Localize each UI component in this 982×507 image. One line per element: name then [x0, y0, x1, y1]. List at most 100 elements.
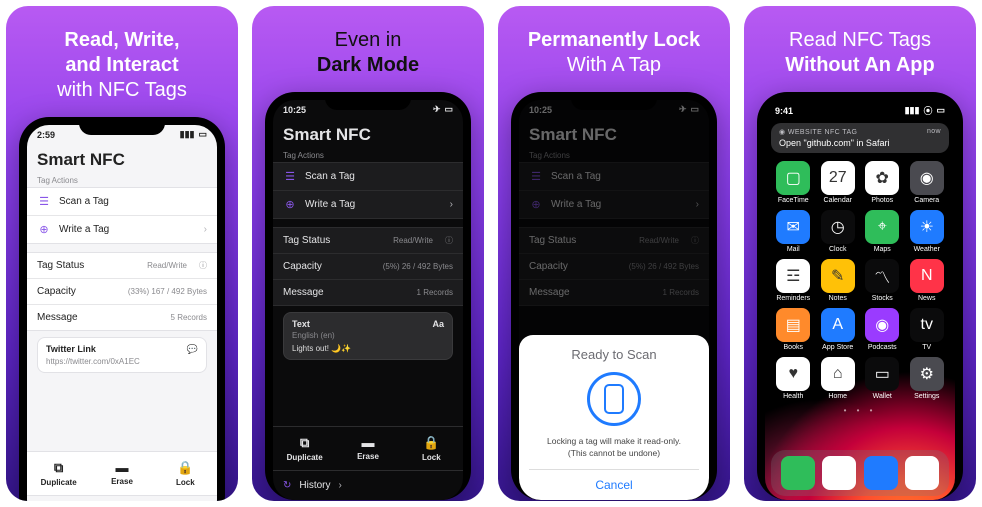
erase-button[interactable]: ▬Erase: [90, 452, 153, 495]
app-clock[interactable]: ◷Clock: [818, 210, 859, 253]
status-list: Tag Status Read/Write ⓘ Capacity (33%) 1…: [27, 252, 217, 331]
dock-app-1[interactable]: [822, 456, 856, 490]
capacity-row: Capacity (33%) 167 / 492 Bytes: [27, 278, 217, 304]
chevron-right-icon: ›: [204, 224, 207, 235]
record-body: Lights out! 🌙✨: [292, 344, 444, 353]
nfc-notification-banner[interactable]: ◉ WEBSITE NFC TAG now Open "github.com" …: [771, 123, 949, 153]
duplicate-button[interactable]: ⧉Duplicate: [27, 452, 90, 495]
duplicate-icon: ⧉: [27, 460, 90, 476]
app-mail[interactable]: ✉Mail: [773, 210, 814, 253]
airplane-icon: ✈: [433, 104, 441, 115]
record-card[interactable]: Twitter Link 💬 https://twitter.com/0xA1E…: [37, 337, 207, 373]
history-row[interactable]: ↻ History ›: [27, 496, 217, 501]
app-stocks[interactable]: 〽Stocks: [862, 259, 903, 302]
text-badge: Aa: [432, 319, 444, 329]
app-label: Notes: [818, 295, 859, 302]
phone-notch: [79, 117, 165, 135]
phone-frame: 2:59 ▮▮▮ ▭ Smart NFC Tag Actions ☰ Scan …: [19, 117, 225, 501]
app-reminders[interactable]: ☲Reminders: [773, 259, 814, 302]
status-list: Tag Status Read/Write ⓘ Capacity (5%) 26…: [273, 227, 463, 306]
capacity-value: (5%) 26 / 492 Bytes: [383, 262, 453, 271]
app-notes[interactable]: ✎Notes: [818, 259, 859, 302]
app-label: Settings: [907, 393, 948, 400]
tag-status-label: Tag Status: [283, 235, 385, 246]
app-camera[interactable]: ◉ Camera: [907, 161, 948, 204]
battery-icon: ▭: [444, 104, 453, 115]
dock-app-2[interactable]: [864, 456, 898, 490]
write-tag-row[interactable]: ⊕ Write a Tag ›: [27, 215, 217, 243]
app-label: App Store: [818, 344, 859, 351]
app-facetime[interactable]: ▢FaceTime: [773, 161, 814, 204]
tag-status-value: Read/Write: [393, 236, 433, 245]
headline: Read NFC Tags Without An App: [785, 28, 934, 78]
record-url: https://twitter.com/0xA1EC: [46, 357, 198, 366]
app-label: Camera: [907, 197, 948, 204]
app-tile: ▢: [776, 161, 810, 195]
banner-category: ◉ WEBSITE NFC TAG: [779, 128, 857, 136]
lock-button[interactable]: 🔒Lock: [400, 427, 463, 470]
app-tile: ✿: [865, 161, 899, 195]
app-tv[interactable]: tvTV: [907, 308, 948, 351]
app-tile: ♥: [776, 357, 810, 391]
lock-button[interactable]: 🔒Lock: [154, 452, 217, 495]
tag-status-label: Tag Status: [37, 260, 139, 271]
info-icon[interactable]: ⓘ: [445, 235, 453, 246]
phone-notch: [571, 92, 657, 110]
tag-status-row: Tag Status Read/Write ⓘ: [27, 253, 217, 278]
screenshot-card-4: Read NFC Tags Without An App 9:41 ▮▮▮ ⦿ …: [744, 6, 976, 501]
app-weather[interactable]: ☀Weather: [907, 210, 948, 253]
app-photos[interactable]: ✿Photos: [862, 161, 903, 204]
app-tile: ⌖: [865, 210, 899, 244]
scan-tag-label: Scan a Tag: [59, 196, 207, 207]
app-calendar[interactable]: 27Calendar: [818, 161, 859, 204]
banner-timestamp: now: [927, 128, 941, 136]
page-title: Smart NFC: [273, 117, 463, 149]
scan-tag-row[interactable]: ☰ Scan a Tag: [273, 163, 463, 190]
write-tag-row[interactable]: ⊕ Write a Tag ›: [273, 190, 463, 218]
app-label: Wallet: [862, 393, 903, 400]
duplicate-button[interactable]: ⧉Duplicate: [273, 427, 336, 470]
scan-icon: ☰: [37, 195, 51, 208]
history-label: History: [299, 480, 330, 491]
app-news[interactable]: NNews: [907, 259, 948, 302]
record-card[interactable]: Text Aa English (en) Lights out! 🌙✨: [283, 312, 453, 360]
headline: Permanently Lock With A Tap: [528, 28, 700, 78]
chevron-right-icon: ›: [450, 199, 453, 210]
erase-button[interactable]: ▬Erase: [336, 427, 399, 470]
section-label: Tag Actions: [273, 149, 463, 162]
history-row[interactable]: ↻ History ›: [273, 471, 463, 500]
phone-frame: 9:41 ▮▮▮ ⦿ ▭ ◉ WEBSITE NFC TAG now Open …: [757, 92, 963, 500]
phone-notch: [817, 92, 903, 110]
app-label: Maps: [862, 246, 903, 253]
app-tile: 〽: [865, 259, 899, 293]
scan-tag-label: Scan a Tag: [305, 171, 453, 182]
app-podcasts[interactable]: ◉Podcasts: [862, 308, 903, 351]
dock-app-3[interactable]: [905, 456, 939, 490]
phone-screen: 2:59 ▮▮▮ ▭ Smart NFC Tag Actions ☰ Scan …: [27, 125, 217, 501]
erase-icon: ▬: [90, 460, 153, 475]
message-row: Message 5 Records: [27, 304, 217, 330]
app-books[interactable]: ▤Books: [773, 308, 814, 351]
toolbar: ⧉Duplicate ▬Erase 🔒Lock: [27, 451, 217, 496]
app-wallet[interactable]: ▭Wallet: [862, 357, 903, 400]
scan-tag-row[interactable]: ☰ Scan a Tag: [27, 188, 217, 215]
capacity-row: Capacity (5%) 26 / 492 Bytes: [273, 253, 463, 279]
cancel-button[interactable]: Cancel: [529, 469, 699, 492]
page-indicator[interactable]: • • •: [765, 406, 955, 415]
app-health[interactable]: ♥Health: [773, 357, 814, 400]
app-home[interactable]: ⌂Home: [818, 357, 859, 400]
status-icons: ▮▮▮ ▭: [180, 129, 207, 140]
info-icon[interactable]: ⓘ: [199, 260, 207, 271]
app-label: Home: [818, 393, 859, 400]
app-tile: ◉: [910, 161, 944, 195]
app-maps[interactable]: ⌖ Maps: [862, 210, 903, 253]
app-tile: ⚙: [910, 357, 944, 391]
app-app-store[interactable]: AApp Store: [818, 308, 859, 351]
capacity-label: Capacity: [283, 261, 375, 272]
history-icon: ↻: [283, 480, 291, 491]
app-settings[interactable]: ⚙ Settings: [907, 357, 948, 400]
record-lang: English (en): [292, 331, 444, 340]
dock-app-0[interactable]: [781, 456, 815, 490]
write-tag-label: Write a Tag: [305, 199, 442, 210]
speech-bubble-icon: 💬: [187, 344, 198, 355]
